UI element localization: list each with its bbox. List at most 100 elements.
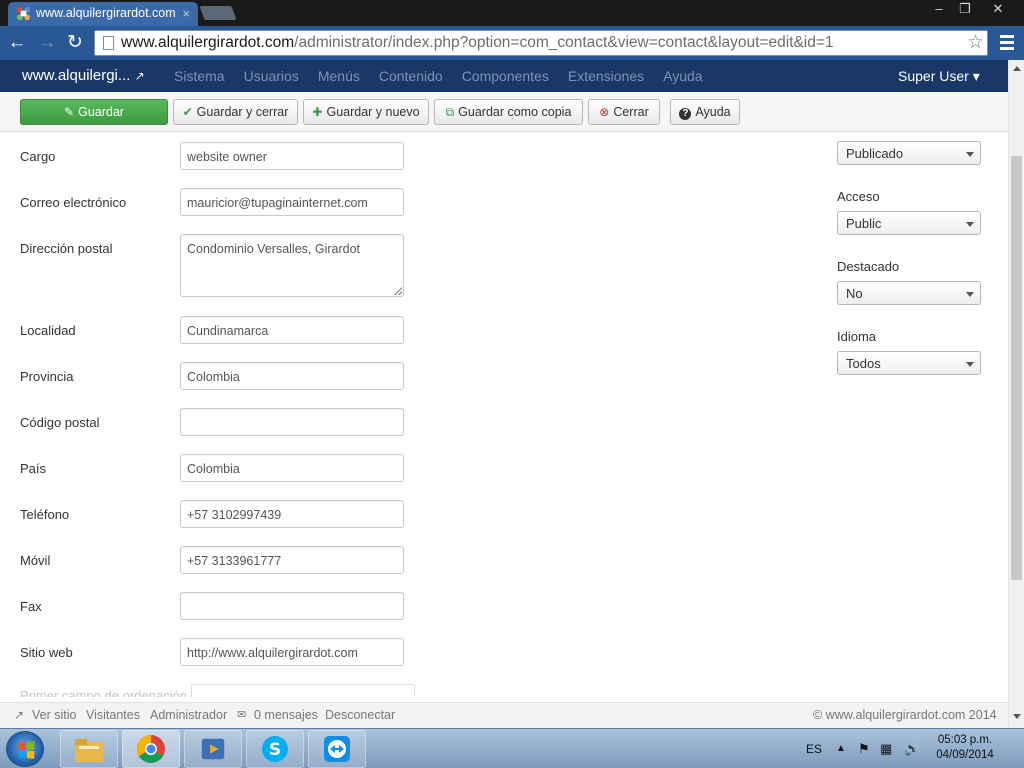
language-indicator[interactable]: ES <box>806 729 822 768</box>
featured-select[interactable]: No <box>837 281 981 305</box>
save-close-button[interactable]: ✔ Guardar y cerrar <box>173 99 298 125</box>
edit-icon: ✎ <box>64 105 75 119</box>
new-tab-button[interactable] <box>199 6 237 20</box>
country-input[interactable]: Colombia <box>180 454 404 482</box>
menu-componentes[interactable]: Componentes <box>462 60 549 92</box>
teamviewer-taskbar-button[interactable] <box>308 730 366 768</box>
page-scrollbar[interactable] <box>1008 60 1024 728</box>
chrome-icon <box>137 735 165 763</box>
svg-text:S: S <box>269 740 281 760</box>
forward-button[interactable]: → <box>36 32 58 54</box>
phone-input[interactable]: +57 3102997439 <box>180 500 404 528</box>
menu-sistema[interactable]: Sistema <box>174 60 225 92</box>
province-input[interactable]: Colombia <box>180 362 404 390</box>
access-label: Acceso <box>837 189 880 204</box>
save-button[interactable]: ✎ Guardar <box>20 99 168 125</box>
external-link-icon: ↗ <box>134 69 145 83</box>
action-center-flag-icon[interactable]: ⚑ <box>858 729 870 768</box>
reload-button[interactable]: ↻ <box>64 32 86 54</box>
back-button[interactable]: ← <box>6 32 28 54</box>
close-circle-icon: ⊗ <box>599 105 610 119</box>
field-label: Sitio web <box>20 645 73 660</box>
field-label: Código postal <box>20 415 100 430</box>
volume-icon[interactable]: 🔊 <box>904 729 920 768</box>
close-window-button[interactable]: ✕ <box>986 0 1010 18</box>
website-input[interactable]: http://www.alquilergirardot.com <box>180 638 404 666</box>
language-label: Idioma <box>837 329 877 344</box>
language-select[interactable]: Todos <box>837 351 981 375</box>
teamviewer-icon <box>324 736 350 762</box>
messages-link[interactable]: 0 mensajes <box>254 703 318 727</box>
external-link-icon: ↗ <box>14 708 25 722</box>
menu-contenido[interactable]: Contenido <box>379 60 443 92</box>
user-menu[interactable]: Super User ▾ <box>898 60 980 92</box>
status-select[interactable]: Publicado <box>837 141 981 165</box>
tab-title: www.alquilergirardot.com <box>36 6 176 20</box>
url-text: www.alquilergirardot.com/administrator/i… <box>121 34 834 51</box>
field-label: País <box>20 461 47 476</box>
copyright: © www.alquilergirardot.com 2014 <box>813 708 997 722</box>
network-icon[interactable]: ▦ <box>880 729 892 768</box>
field-label: Provincia <box>20 369 74 384</box>
locality-input[interactable]: Cundinamarca <box>180 316 404 344</box>
scrollbar-thumb[interactable] <box>1011 156 1022 580</box>
sort-field-input-partial[interactable] <box>191 684 415 697</box>
minimize-button[interactable]: – <box>928 0 950 18</box>
start-button[interactable] <box>6 731 44 767</box>
help-button[interactable]: ? Ayuda <box>670 99 740 125</box>
email-input[interactable]: mauricior@tupaginainternet.com <box>180 188 404 216</box>
featured-label: Destacado <box>837 259 900 274</box>
folder-icon <box>75 739 103 762</box>
skype-icon: S <box>262 736 288 762</box>
field-label: Móvil <box>20 553 51 568</box>
restore-button[interactable]: ❐ <box>954 0 976 18</box>
browser-titlebar: www.alquilergirardot.com × – ❐ ✕ <box>0 0 1024 26</box>
windows-logo-icon <box>18 741 35 759</box>
menu-usuarios[interactable]: Usuarios <box>244 60 299 92</box>
site-brand[interactable]: www.alquilergi... ↗ <box>22 60 145 92</box>
fax-input[interactable] <box>180 592 404 620</box>
tab-close-icon[interactable]: × <box>182 2 190 25</box>
menu-extensiones[interactable]: Extensiones <box>568 60 644 92</box>
chrome-taskbar-button[interactable] <box>122 730 180 768</box>
chrome-menu-icon[interactable] <box>1000 35 1014 51</box>
admin-menu: Sistema Usuarios Menús Contenido Compone… <box>174 60 722 92</box>
save-copy-button[interactable]: ⧉ Guardar como copia <box>434 99 583 125</box>
show-hidden-icons-icon[interactable]: ▲ <box>836 729 846 768</box>
check-icon: ✔ <box>182 105 193 119</box>
bookmark-star-icon[interactable]: ☆ <box>967 31 984 55</box>
browser-toolbar: ← → ↻ www.alquilergirardot.com/administr… <box>0 26 1024 60</box>
browser-tab[interactable]: www.alquilergirardot.com × <box>8 2 198 26</box>
clock-time: 05:03 p.m. <box>937 734 993 746</box>
cargo-input[interactable]: website owner <box>180 142 404 170</box>
resize-grip-icon[interactable] <box>394 287 402 295</box>
chevron-down-icon <box>966 292 974 297</box>
chevron-down-icon <box>966 362 974 367</box>
page-icon <box>103 36 114 50</box>
field-label: Localidad <box>20 323 76 338</box>
media-taskbar-button[interactable] <box>184 730 242 768</box>
field-label: Dirección postal <box>20 241 113 256</box>
explorer-taskbar-button[interactable] <box>60 730 118 768</box>
clock[interactable]: 05:03 p.m. 04/09/2014 <box>930 733 1000 763</box>
save-new-button[interactable]: ✚ Guardar y nuevo <box>303 99 429 125</box>
close-button[interactable]: ⊗ Cerrar <box>588 99 660 125</box>
address-bar[interactable]: www.alquilergirardot.com/administrator/i… <box>94 30 988 56</box>
chevron-down-icon <box>966 222 974 227</box>
address-textarea[interactable]: Condominio Versalles, Girardot <box>180 234 404 297</box>
view-site-link[interactable]: Ver sitio <box>32 703 76 727</box>
menu-ayuda[interactable]: Ayuda <box>663 60 702 92</box>
mobile-input[interactable]: +57 3133961777 <box>180 546 404 574</box>
scroll-up-icon[interactable] <box>1013 66 1021 71</box>
contact-edit-form: Cargo website owner Correo electrónico m… <box>0 133 1008 697</box>
access-select[interactable]: Public <box>837 211 981 235</box>
clock-date: 04/09/2014 <box>936 749 994 761</box>
help-circle-icon: ? <box>679 108 692 120</box>
skype-taskbar-button[interactable]: S <box>246 730 304 768</box>
field-label: Cargo <box>20 149 56 164</box>
logout-link[interactable]: Desconectar <box>325 703 395 727</box>
field-label: Teléfono <box>20 507 70 522</box>
menu-menus[interactable]: Menús <box>318 60 360 92</box>
postcode-input[interactable] <box>180 408 404 436</box>
scroll-down-icon[interactable] <box>1013 714 1021 719</box>
